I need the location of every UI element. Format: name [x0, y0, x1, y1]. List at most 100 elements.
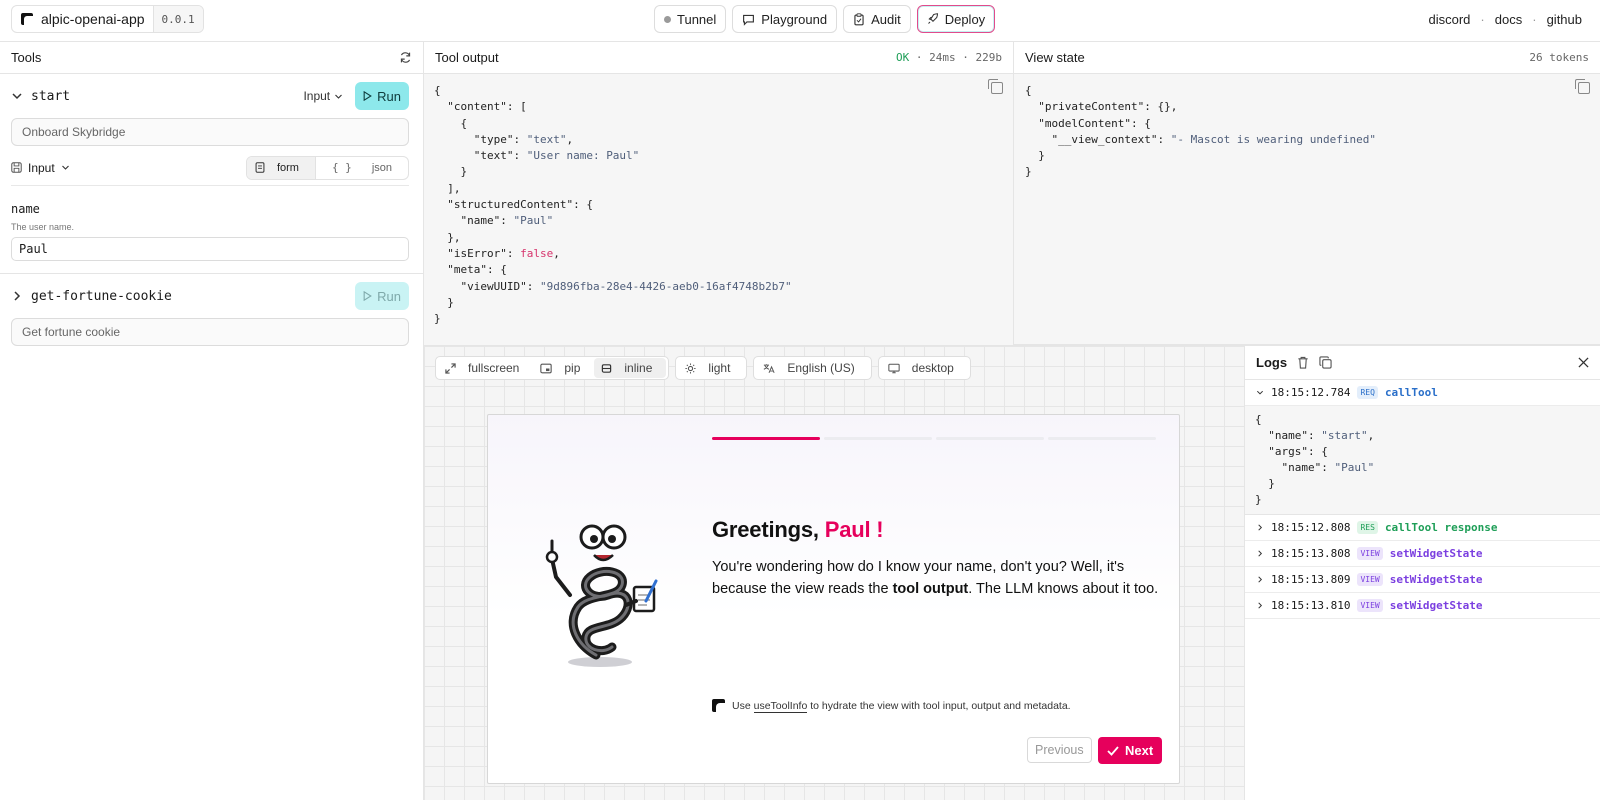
- fullscreen-option[interactable]: fullscreen: [438, 358, 533, 378]
- status-ok: OK: [896, 51, 910, 64]
- widget-preview: fullscreen pip inline light English (US): [424, 345, 1244, 800]
- input-section-label[interactable]: Input: [28, 161, 55, 175]
- name-input[interactable]: Paul: [11, 237, 409, 261]
- log-method: setWidgetState: [1389, 599, 1483, 612]
- view-state-json: { "privateContent": {}, "modelContent": …: [1025, 84, 1377, 179]
- log-entry[interactable]: 18:15:13.808 VIEW setWidgetState: [1245, 541, 1600, 567]
- log-time: 18:15:13.808: [1271, 547, 1351, 560]
- log-tag: VIEW: [1357, 547, 1383, 560]
- discord-link[interactable]: discord: [1429, 12, 1471, 27]
- inline-option[interactable]: inline: [594, 358, 667, 378]
- inline-icon: [602, 363, 612, 373]
- chevron-right-icon: [1258, 602, 1263, 609]
- tunnel-status-dot-icon: [664, 15, 671, 23]
- greeting-user-name: Paul !: [824, 517, 884, 542]
- logs-panel: Logs 18:15:12.784 REQ callTool { "name":…: [1244, 345, 1600, 800]
- paperclip-mascot-icon: [545, 524, 658, 667]
- log-time: 18:15:12.808: [1271, 521, 1351, 534]
- use-tool-info-link[interactable]: useToolInfo: [753, 699, 808, 713]
- tool-output-panel: Tool output OK · 24ms · 229b { "content"…: [424, 42, 1014, 345]
- copy-icon[interactable]: [1319, 356, 1332, 369]
- chevron-right-icon: [1258, 550, 1263, 557]
- docs-link[interactable]: docs: [1495, 12, 1522, 27]
- alpic-logo-icon: [712, 699, 725, 712]
- view-state-header: View state 26 tokens: [1014, 42, 1600, 74]
- field-help: The user name.: [11, 222, 75, 232]
- link-separator: ·: [1480, 12, 1485, 27]
- status-size: 229b: [975, 51, 1003, 64]
- check-icon: [1107, 745, 1119, 756]
- log-time: 18:15:12.784: [1271, 386, 1351, 399]
- run-button-disabled[interactable]: Run: [355, 282, 409, 310]
- status-timing: 24ms: [929, 51, 956, 64]
- audit-button[interactable]: Audit: [843, 5, 911, 33]
- log-args-json: { "name": "start", "args": { "name": "Pa…: [1255, 413, 1375, 506]
- greeting-heading: Greetings, Paul !: [712, 517, 884, 542]
- playground-button[interactable]: Playground: [732, 5, 838, 33]
- chevron-down-icon[interactable]: [11, 90, 23, 102]
- copy-icon[interactable]: [988, 79, 1003, 94]
- logs-title: Logs: [1256, 355, 1288, 370]
- device-select[interactable]: desktop: [877, 356, 971, 380]
- form-icon: [255, 162, 265, 173]
- form-tab[interactable]: form: [246, 156, 315, 179]
- tools-title: Tools: [11, 50, 42, 65]
- json-tab[interactable]: { } json: [314, 156, 408, 179]
- tool-name[interactable]: get-fortune-cookie: [31, 289, 355, 304]
- play-icon: [363, 291, 372, 301]
- progress-step-active: [712, 437, 820, 440]
- deploy-button[interactable]: Deploy: [916, 5, 996, 33]
- previous-button[interactable]: Previous: [1027, 737, 1092, 763]
- chevron-down-icon: [1256, 390, 1264, 395]
- token-count: 26 tokens: [1529, 51, 1589, 64]
- progress-step: [936, 437, 1044, 440]
- log-tag: VIEW: [1357, 573, 1383, 586]
- trash-icon[interactable]: [1297, 356, 1309, 369]
- tool-output-header: Tool output OK · 24ms · 229b: [424, 42, 1013, 74]
- run-button[interactable]: Run: [355, 82, 409, 110]
- copy-icon[interactable]: [1575, 79, 1590, 94]
- chat-icon: [743, 14, 755, 26]
- clipboard-icon: [854, 12, 864, 25]
- display-mode-group: fullscreen pip inline: [435, 356, 670, 380]
- log-tag: VIEW: [1357, 599, 1383, 612]
- output-status: OK · 24ms · 229b: [896, 51, 1002, 64]
- log-method: callTool: [1384, 386, 1438, 399]
- locale-select[interactable]: English (US): [753, 356, 872, 380]
- field-label: name: [11, 202, 40, 216]
- greeting-body: You're wondering how do I know your name…: [712, 559, 1159, 597]
- preview-toolbar: fullscreen pip inline light English (US): [435, 356, 971, 380]
- github-link[interactable]: github: [1547, 12, 1582, 27]
- log-entry[interactable]: 18:15:12.808 RES callTool response: [1245, 515, 1600, 541]
- pip-option[interactable]: pip: [533, 358, 594, 378]
- tool-output-title: Tool output: [435, 50, 499, 65]
- theme-toggle[interactable]: light: [675, 356, 748, 380]
- chevron-down-icon[interactable]: [61, 163, 70, 172]
- tools-panel: Tools start Input Run Onboard Skybridge …: [0, 42, 424, 800]
- log-entry[interactable]: 18:15:13.810 VIEW setWidgetState: [1245, 593, 1600, 619]
- log-method: callTool response: [1384, 521, 1498, 534]
- translate-icon: [764, 363, 775, 373]
- tool-name[interactable]: start: [31, 89, 303, 104]
- input-section-header: Input form { } json: [11, 150, 409, 186]
- input-mode-select[interactable]: Input: [303, 89, 343, 103]
- close-icon[interactable]: [1578, 357, 1589, 368]
- next-button[interactable]: Next: [1098, 737, 1163, 764]
- tunnel-button[interactable]: Tunnel: [654, 5, 727, 33]
- play-icon: [363, 91, 372, 101]
- log-entry[interactable]: 18:15:13.809 VIEW setWidgetState: [1245, 567, 1600, 593]
- chevron-right-icon: [1258, 524, 1263, 531]
- logs-header: Logs: [1245, 346, 1600, 380]
- log-tag: REQ: [1357, 386, 1378, 399]
- tool-description: Onboard Skybridge: [11, 118, 409, 146]
- log-time: 18:15:13.810: [1271, 599, 1351, 612]
- external-links: discord · docs · github: [1429, 12, 1583, 27]
- view-state-panel: View state 26 tokens { "privateContent":…: [1014, 42, 1600, 345]
- braces-icon: { }: [331, 161, 352, 174]
- save-icon: [11, 162, 22, 173]
- chevron-right-icon[interactable]: [11, 290, 23, 302]
- pip-icon: [540, 363, 553, 373]
- log-entry[interactable]: 18:15:12.784 REQ callTool: [1245, 380, 1600, 406]
- refresh-icon[interactable]: [399, 51, 412, 64]
- app-brand[interactable]: alpic-openai-app 0.0.1: [11, 5, 204, 33]
